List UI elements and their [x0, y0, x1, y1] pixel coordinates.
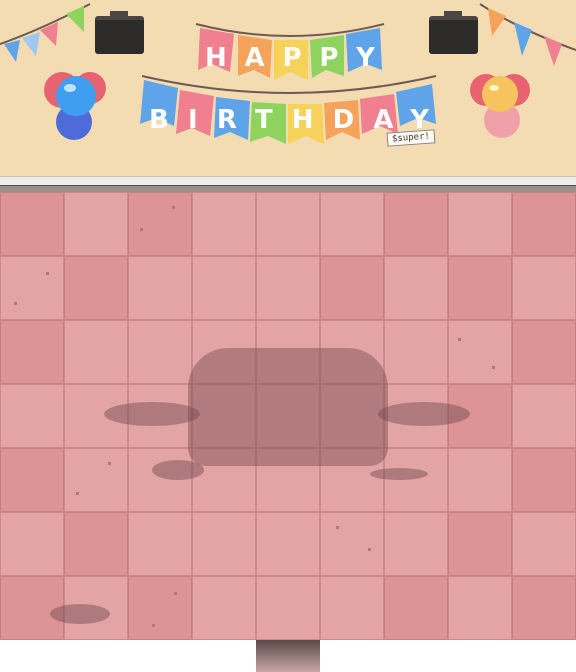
bunting-left-icon — [0, 3, 91, 62]
bunting-right-icon — [479, 3, 576, 66]
chair-shadow-right — [378, 402, 470, 426]
object-shadow-bottom — [50, 604, 110, 624]
table-shadow — [188, 348, 388, 466]
balloons-blue-icon — [44, 72, 106, 140]
object-shadow-left — [152, 460, 204, 480]
wall-baseboard — [0, 176, 576, 185]
door-exit-icon[interactable] — [256, 640, 320, 672]
object-shadow-right — [370, 468, 428, 480]
chair-shadow-left — [104, 402, 200, 426]
party-room-scene: HAPPY BIRTHDAY $super! — [0, 0, 576, 672]
balloons-pink-icon — [470, 74, 530, 138]
speaker-right-icon — [429, 11, 478, 54]
speaker-left-icon — [95, 11, 144, 54]
